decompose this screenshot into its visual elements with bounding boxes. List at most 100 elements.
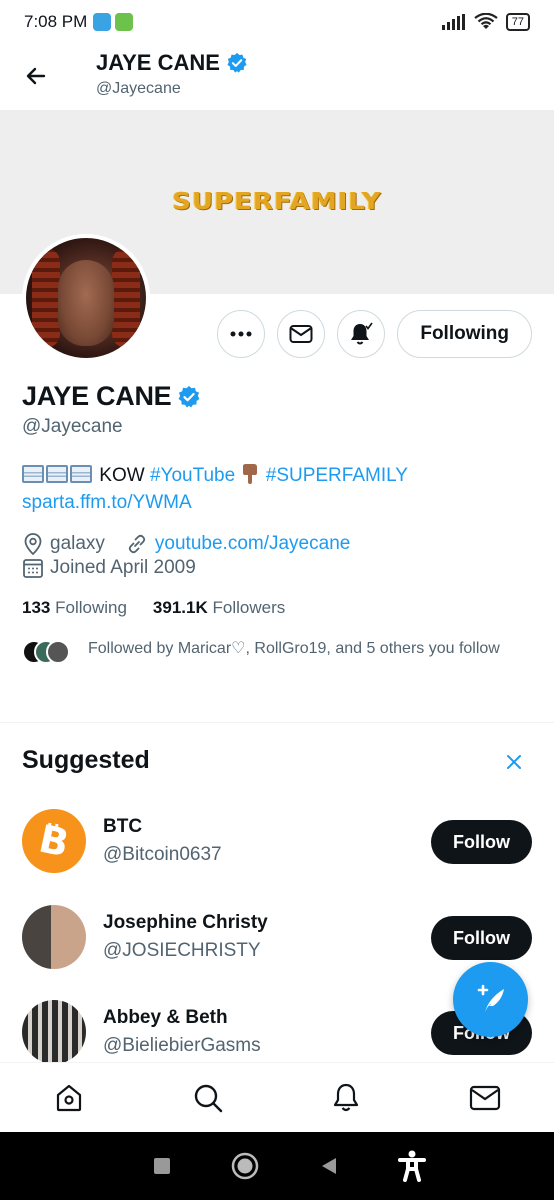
- home-icon: [57, 1084, 82, 1111]
- profile-counts: 133 Following 391.1K Followers: [22, 598, 285, 618]
- nav-home[interactable]: [47, 1076, 91, 1120]
- followed-by-text: Followed by Maricar♡, RollGro19, and 5 o…: [88, 640, 500, 657]
- newspaper-icon: [70, 465, 92, 483]
- suggested-close-button[interactable]: [500, 748, 528, 776]
- follow-button[interactable]: Follow: [431, 820, 532, 864]
- system-back-button[interactable]: [309, 1146, 349, 1186]
- follow-button[interactable]: Follow: [431, 916, 532, 960]
- verified-badge-icon: [178, 385, 200, 407]
- close-icon: [507, 755, 521, 769]
- profile-handle: @Jayecane: [22, 416, 123, 437]
- envelope-icon: [469, 1085, 500, 1110]
- profile-header: JAYE CANE @Jayecane: [0, 44, 554, 108]
- suggested-account-avatar: [22, 905, 86, 969]
- profile-location: galaxy: [50, 533, 105, 554]
- pointing-down-icon: [243, 464, 258, 484]
- battery-indicator: 77: [505, 13, 530, 31]
- status-app-icons: [93, 13, 134, 31]
- triangle-back-icon: [321, 1158, 336, 1174]
- verified-badge-icon: [227, 52, 247, 73]
- avatar-hair-right: [112, 248, 140, 348]
- location-pin-icon: [24, 533, 42, 556]
- banner-logo: SUPERFAMILY: [172, 188, 382, 216]
- suggested-account-text: Josephine Christy @JOSIECHRISTY: [103, 912, 268, 962]
- app-notification-icon: [115, 13, 134, 31]
- header-title-block: JAYE CANE @Jayecane: [96, 50, 248, 98]
- following-count-link[interactable]: 133 Following: [22, 598, 127, 618]
- followers-count-label: Followers: [212, 598, 286, 617]
- avatar-hair-left: [32, 248, 60, 348]
- status-indicators: 77: [441, 13, 530, 31]
- newspaper-icon: [46, 465, 68, 483]
- bio-hashtag-youtube[interactable]: #YouTube: [150, 465, 235, 486]
- profile-website[interactable]: youtube.com/Jayecane: [155, 533, 350, 555]
- notify-button[interactable]: [337, 310, 386, 358]
- suggested-account-text: BTC @Bitcoin0637: [103, 816, 222, 866]
- profile-meta-location-website: galaxy youtube.com/Jayecane: [22, 532, 350, 556]
- accessibility-icon: [398, 1150, 427, 1182]
- system-recents-button[interactable]: [142, 1146, 182, 1186]
- bitcoin-avatar: B: [22, 809, 86, 873]
- following-count-label: Following: [55, 598, 127, 617]
- app-notification-icon: [93, 13, 112, 31]
- header-name: JAYE CANE: [96, 50, 248, 76]
- suggested-account[interactable]: Josephine Christy @JOSIECHRISTY Follow: [22, 904, 532, 970]
- more-button[interactable]: [217, 310, 266, 358]
- suggested-account-handle: @Bitcoin0637: [103, 844, 222, 865]
- back-button[interactable]: [20, 60, 52, 92]
- link-icon: [128, 534, 146, 554]
- calendar-icon: [23, 559, 43, 578]
- status-bar: 7:08 PM 77: [0, 0, 554, 44]
- suggested-account-handle: @BieliebierGasms: [103, 1035, 261, 1056]
- suggested-account-name: Josephine Christy: [103, 912, 268, 933]
- signal-icon: [441, 14, 465, 30]
- profile-meta-joined: Joined April 2009: [22, 557, 196, 579]
- newspaper-icon: [22, 465, 44, 483]
- bio-hashtag-superfamily[interactable]: #SUPERFAMILY: [266, 465, 408, 486]
- profile-avatar[interactable]: [22, 234, 150, 362]
- header-handle: @Jayecane: [96, 80, 181, 97]
- suggested-title: Suggested: [22, 746, 150, 774]
- section-divider: [0, 722, 554, 723]
- suggested-account-text: Abbey & Beth @BieliebierGasms: [103, 1007, 261, 1057]
- bio-line-1: KOW #YouTube #SUPERFAMILY: [22, 462, 408, 489]
- bio-text: KOW: [99, 465, 145, 486]
- more-icon: [230, 331, 252, 337]
- suggested-account-name: BTC: [103, 816, 143, 837]
- profile-actions: Following: [217, 310, 532, 358]
- wifi-icon: [474, 13, 498, 29]
- avatar-face: [58, 260, 114, 346]
- followers-count: 391.1K: [152, 598, 208, 617]
- bell-icon: [334, 1083, 359, 1111]
- suggested-account-handle: @JOSIECHRISTY: [103, 940, 261, 961]
- suggested-account[interactable]: B BTC @Bitcoin0637 Follow: [22, 808, 532, 874]
- following-button[interactable]: Following: [397, 310, 532, 358]
- svg-text:B: B: [37, 821, 71, 861]
- arrow-left-icon: [26, 67, 46, 85]
- search-icon: [194, 1084, 222, 1112]
- suggested-account-name: Abbey & Beth: [103, 1007, 228, 1028]
- nav-messages[interactable]: [463, 1076, 507, 1120]
- profile-name-text: JAYE CANE: [22, 381, 172, 411]
- compose-button[interactable]: [453, 962, 528, 1037]
- envelope-icon: [289, 325, 313, 343]
- nav-notifications[interactable]: [324, 1076, 368, 1120]
- system-accessibility-button[interactable]: [392, 1146, 432, 1186]
- mini-avatar: [46, 640, 70, 664]
- bio-link[interactable]: sparta.ffm.to/YWMA: [22, 489, 408, 516]
- followed-by[interactable]: Followed by Maricar♡, RollGro19, and 5 o…: [22, 638, 522, 664]
- bell-icon: [351, 322, 373, 345]
- profile-bio: KOW #YouTube #SUPERFAMILY sparta.ffm.to/…: [22, 462, 408, 516]
- system-navigation-bar: [0, 1132, 554, 1200]
- status-time: 7:08 PM: [24, 12, 88, 31]
- followers-count-link[interactable]: 391.1K Followers: [153, 598, 285, 618]
- header-name-text: JAYE CANE: [96, 50, 220, 75]
- suggested-account-avatar: [22, 1000, 86, 1064]
- nav-search[interactable]: [186, 1076, 230, 1120]
- circle-icon: [232, 1152, 259, 1180]
- profile-joined: Joined April 2009: [50, 557, 196, 578]
- system-home-button[interactable]: [225, 1146, 265, 1186]
- square-icon: [153, 1158, 170, 1174]
- bottom-navigation: [0, 1062, 554, 1132]
- message-button[interactable]: [277, 310, 326, 358]
